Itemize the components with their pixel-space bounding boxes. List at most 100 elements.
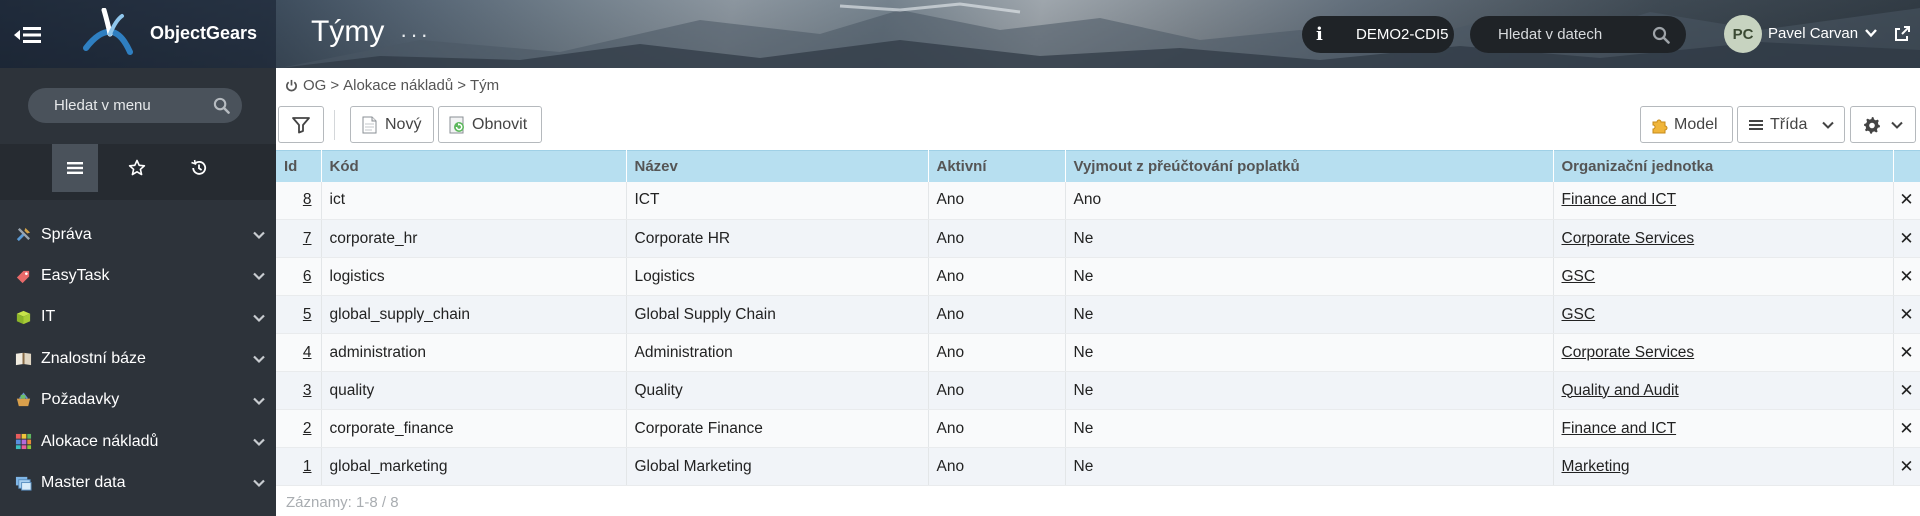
user-name[interactable]: Pavel Carvan bbox=[1768, 25, 1858, 42]
sidebar-item-znalostni-baze[interactable]: Znalostní báze bbox=[0, 338, 276, 379]
menu-search-input[interactable] bbox=[54, 97, 204, 114]
sidebar-item-it[interactable]: IT bbox=[0, 297, 276, 338]
refresh-button-label: Obnovit bbox=[472, 115, 528, 133]
tab-menu[interactable] bbox=[52, 144, 98, 192]
record-id-link[interactable]: 6 bbox=[303, 268, 312, 285]
filter-button[interactable] bbox=[278, 106, 324, 143]
cell-name: Administration bbox=[626, 333, 929, 372]
collapse-menu-icon[interactable] bbox=[12, 22, 44, 48]
delete-row-button[interactable]: ✕ bbox=[1893, 447, 1920, 486]
refresh-icon bbox=[449, 116, 464, 133]
search-icon[interactable] bbox=[213, 97, 230, 114]
environment-button[interactable]: i DEMO2-CDI5 bbox=[1302, 16, 1454, 53]
sidebar-item-sprava[interactable]: Správa bbox=[0, 214, 276, 255]
cell-id: 8 bbox=[276, 181, 322, 220]
search-icon[interactable] bbox=[1652, 26, 1670, 44]
cell-active: Ano bbox=[928, 295, 1066, 334]
column-header-active[interactable]: Aktivní bbox=[928, 150, 1066, 182]
delete-row-button[interactable]: ✕ bbox=[1893, 295, 1920, 334]
toolbar-divider bbox=[334, 110, 335, 140]
cell-active: Ano bbox=[928, 447, 1066, 486]
cell-name: Quality bbox=[626, 371, 929, 410]
page-options-button[interactable]: ··· bbox=[400, 22, 431, 48]
org-unit-link[interactable]: GSC bbox=[1562, 306, 1596, 323]
chevron-down-icon bbox=[253, 397, 265, 405]
delete-row-button[interactable]: ✕ bbox=[1893, 219, 1920, 258]
record-id-link[interactable]: 4 bbox=[303, 344, 312, 361]
cell-code: global_marketing bbox=[321, 447, 627, 486]
delete-row-button[interactable]: ✕ bbox=[1893, 257, 1920, 296]
refresh-button[interactable]: Obnovit bbox=[438, 106, 542, 143]
table-row: 4 administration Administration Ano Ne C… bbox=[276, 333, 1920, 372]
cell-active: Ano bbox=[928, 333, 1066, 372]
org-unit-link[interactable]: Quality and Audit bbox=[1562, 382, 1679, 399]
cell-exclude: Ne bbox=[1065, 371, 1554, 410]
cell-code: corporate_finance bbox=[321, 409, 627, 448]
sidebar-item-master-data[interactable]: Master data bbox=[0, 462, 276, 503]
new-button[interactable]: Nový bbox=[350, 106, 434, 143]
column-header-actions bbox=[1893, 150, 1920, 182]
cell-exclude: Ne bbox=[1065, 219, 1554, 258]
column-header-id[interactable]: Id bbox=[276, 150, 322, 182]
org-unit-link[interactable]: GSC bbox=[1562, 268, 1596, 285]
record-id-link[interactable]: 8 bbox=[303, 191, 312, 208]
environment-label: DEMO2-CDI5 bbox=[1356, 26, 1449, 43]
stack-icon bbox=[14, 474, 32, 492]
column-header-name[interactable]: Název bbox=[626, 150, 929, 182]
column-header-code[interactable]: Kód bbox=[321, 150, 627, 182]
user-avatar[interactable]: PC bbox=[1724, 15, 1762, 53]
chevron-down-icon[interactable] bbox=[1864, 26, 1878, 40]
new-document-icon bbox=[362, 116, 377, 133]
cell-active: Ano bbox=[928, 371, 1066, 410]
gear-icon bbox=[1863, 116, 1880, 134]
cell-exclude: Ano bbox=[1065, 181, 1554, 220]
column-header-org-unit[interactable]: Organizační jednotka bbox=[1553, 150, 1894, 182]
data-search-input[interactable] bbox=[1498, 26, 1648, 43]
breadcrumb-separator: > bbox=[457, 77, 466, 94]
sidebar-item-easytask[interactable]: EasyTask bbox=[0, 255, 276, 296]
org-unit-link[interactable]: Finance and ICT bbox=[1562, 420, 1677, 437]
delete-row-button[interactable]: ✕ bbox=[1893, 371, 1920, 410]
new-button-label: Nový bbox=[385, 115, 422, 133]
tag-icon bbox=[14, 267, 32, 285]
cell-id: 2 bbox=[276, 409, 322, 448]
record-id-link[interactable]: 3 bbox=[303, 382, 312, 399]
cell-id: 5 bbox=[276, 295, 322, 334]
tab-favorites[interactable] bbox=[114, 144, 160, 192]
breadcrumb-root[interactable]: OG bbox=[303, 77, 326, 94]
cell-exclude: Ne bbox=[1065, 295, 1554, 334]
org-unit-link[interactable]: Corporate Services bbox=[1562, 230, 1695, 247]
table-row: 3 quality Quality Ano Ne Quality and Aud… bbox=[276, 371, 1920, 410]
record-id-link[interactable]: 5 bbox=[303, 306, 312, 323]
sidebar-item-alokace-nakladu[interactable]: Alokace nákladů bbox=[0, 421, 276, 462]
record-id-link[interactable]: 7 bbox=[303, 230, 312, 247]
delete-row-button[interactable]: ✕ bbox=[1893, 409, 1920, 448]
delete-row-button[interactable]: ✕ bbox=[1893, 181, 1920, 220]
model-button[interactable]: Model bbox=[1640, 106, 1733, 143]
cell-name: ICT bbox=[626, 181, 929, 220]
table-row: 5 global_supply_chain Global Supply Chai… bbox=[276, 295, 1920, 334]
org-unit-link[interactable]: Corporate Services bbox=[1562, 344, 1695, 361]
record-id-link[interactable]: 2 bbox=[303, 420, 312, 437]
app-header: ObjectGears Týmy ··· i DEMO2-CDI5 PC Pav… bbox=[0, 0, 1920, 68]
teams-table: Id Kód Název Aktivní Vyjmout z přeúčtová… bbox=[276, 150, 1920, 486]
breadcrumb-level1[interactable]: Alokace nákladů bbox=[343, 77, 453, 94]
delete-row-button[interactable]: ✕ bbox=[1893, 333, 1920, 372]
column-header-exclude[interactable]: Vyjmout z přeúčtování poplatků bbox=[1065, 150, 1554, 182]
org-unit-link[interactable]: Marketing bbox=[1562, 458, 1630, 475]
settings-dropdown[interactable] bbox=[1850, 106, 1916, 143]
org-unit-link[interactable]: Finance and ICT bbox=[1562, 191, 1677, 208]
external-link-icon[interactable] bbox=[1893, 25, 1911, 43]
class-dropdown[interactable]: Třída bbox=[1737, 106, 1845, 143]
objectgears-logo-icon bbox=[83, 8, 133, 55]
sidebar-item-label: IT bbox=[41, 308, 56, 326]
sidebar-item-label: Správa bbox=[41, 225, 92, 243]
cell-id: 4 bbox=[276, 333, 322, 372]
cell-org-unit: Finance and ICT bbox=[1553, 181, 1894, 220]
sidebar-item-pozadavky[interactable]: Požadavky bbox=[0, 380, 276, 421]
cell-code: ict bbox=[321, 181, 627, 220]
chevron-down-icon bbox=[253, 438, 265, 447]
record-id-link[interactable]: 1 bbox=[303, 458, 312, 475]
tab-history[interactable] bbox=[176, 144, 222, 192]
breadcrumb-separator: > bbox=[330, 77, 340, 94]
